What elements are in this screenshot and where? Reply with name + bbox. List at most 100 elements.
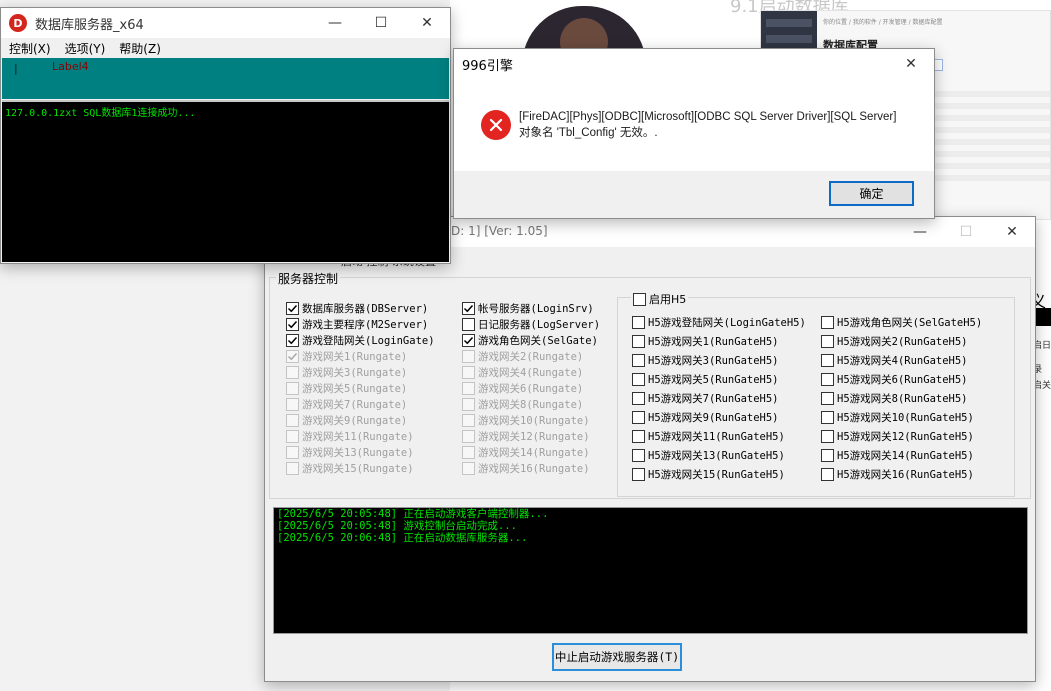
h5-gateway-checkbox[interactable]: H5游戏网关1(RunGateH5) <box>632 334 779 349</box>
checkbox-label: H5游戏网关15(RunGateH5) <box>648 469 785 481</box>
server-checkbox[interactable]: 游戏登陆网关(LoginGate) <box>286 333 435 348</box>
checkbox-label: H5游戏网关2(RunGateH5) <box>837 336 968 348</box>
h5-gateway-checkbox[interactable]: H5游戏网关12(RunGateH5) <box>821 429 974 444</box>
h5-gateway-checkbox[interactable]: H5游戏网关9(RunGateH5) <box>632 410 779 425</box>
checkbox-box[interactable] <box>821 449 834 462</box>
checkbox-label: 游戏网关7(Rungate) <box>302 399 408 411</box>
minimize-button[interactable]: — <box>897 217 943 247</box>
checkbox-box[interactable] <box>286 302 299 315</box>
h5-gateway-checkbox[interactable]: H5游戏网关13(RunGateH5) <box>632 448 785 463</box>
menu-options[interactable]: 选项(Y) <box>65 40 106 57</box>
error-message-line-2: 对象名 'Tbl_Config' 无效。. <box>519 127 658 139</box>
checkbox-box[interactable] <box>633 292 646 306</box>
thumbnail-breadcrumb: 你的位置 / 我的软件 / 开发管理 / 数据库配置 <box>823 19 943 26</box>
enable-h5-label: 启用H5 <box>649 293 687 306</box>
checkbox-box[interactable] <box>462 302 475 315</box>
server-checkbox[interactable]: 游戏主要程序(M2Server) <box>286 317 428 332</box>
checkbox-box[interactable] <box>632 468 645 481</box>
checkbox-label: 帐号服务器(LoginSrv) <box>478 303 594 315</box>
menu-control[interactable]: 控制(X) <box>9 40 51 57</box>
checkbox-box[interactable] <box>286 334 299 347</box>
server-checkbox: 游戏网关8(Rungate) <box>462 397 583 412</box>
checkbox-box[interactable] <box>632 335 645 348</box>
db-window-titlebar[interactable]: D 数据库服务器_x64 — ☐ ✕ <box>1 8 450 38</box>
ok-button[interactable]: 确定 <box>829 181 914 206</box>
checkbox-label: 日记服务器(LogServer) <box>478 319 601 331</box>
checkbox-box[interactable] <box>821 316 834 329</box>
maximize-button[interactable]: ☐ <box>943 217 989 247</box>
log-line: [2025/6/5 20:05:48] 正在启动游戏客户端控制器... <box>277 508 549 520</box>
log-line: [2025/6/5 20:06:48] 正在启动数据库服务器... <box>277 532 528 544</box>
checkbox-box[interactable] <box>462 334 475 347</box>
error-dialog-footer: 确定 <box>454 171 934 218</box>
h5-gateway-checkbox[interactable]: H5游戏网关2(RunGateH5) <box>821 334 968 349</box>
checkbox-box[interactable] <box>632 392 645 405</box>
checkbox-box[interactable] <box>632 354 645 367</box>
h5-gateway-checkbox[interactable]: H5游戏网关6(RunGateH5) <box>821 372 968 387</box>
checkbox-box <box>286 430 299 443</box>
h5-gateway-checkbox[interactable]: H5游戏角色网关(SelGateH5) <box>821 315 982 330</box>
h5-gateway-checkbox[interactable]: H5游戏网关8(RunGateH5) <box>821 391 968 406</box>
close-button[interactable]: ✕ <box>404 8 450 38</box>
checkbox-box <box>462 350 475 363</box>
checkbox-box[interactable] <box>632 411 645 424</box>
h5-gateway-checkbox[interactable]: H5游戏网关4(RunGateH5) <box>821 353 968 368</box>
h5-gateway-checkbox[interactable]: H5游戏网关15(RunGateH5) <box>632 467 785 482</box>
h5-gateway-checkbox[interactable]: H5游戏网关11(RunGateH5) <box>632 429 785 444</box>
checkmark-icon <box>463 336 474 345</box>
error-dialog-titlebar[interactable]: 996引擎 ✕ <box>454 49 934 79</box>
server-checkbox: 游戏网关7(Rungate) <box>286 397 407 412</box>
server-control-label: 服务器控制 <box>276 270 341 287</box>
checkbox-label: H5游戏网关14(RunGateH5) <box>837 450 974 462</box>
checkbox-label: 游戏登陆网关(LoginGate) <box>302 335 435 347</box>
checkbox-label: 游戏网关6(Rungate) <box>478 383 584 395</box>
startup-log-console: [2025/6/5 20:05:48] 正在启动游戏客户端控制器... [202… <box>273 507 1028 634</box>
checkbox-box[interactable] <box>821 335 834 348</box>
h5-gateway-checkbox[interactable]: H5游戏网关10(RunGateH5) <box>821 410 974 425</box>
server-checkbox: 游戏网关9(Rungate) <box>286 413 407 428</box>
checkmark-icon <box>287 320 298 329</box>
control-window-title: D: 1] [Ver: 1.05] <box>451 224 548 238</box>
checkbox-box[interactable] <box>821 430 834 443</box>
checkbox-box <box>462 382 475 395</box>
checkbox-box[interactable] <box>632 373 645 386</box>
h5-gateway-checkbox[interactable]: H5游戏网关5(RunGateH5) <box>632 372 779 387</box>
enable-h5-checkbox[interactable]: 启用H5 <box>631 291 689 307</box>
server-checkbox: 游戏网关5(Rungate) <box>286 381 407 396</box>
checkbox-box[interactable] <box>462 318 475 331</box>
h5-gateway-checkbox[interactable]: H5游戏网关3(RunGateH5) <box>632 353 779 368</box>
server-checkbox[interactable]: 数据库服务器(DBServer) <box>286 301 428 316</box>
server-checkbox[interactable]: 帐号服务器(LoginSrv) <box>462 301 594 316</box>
checkbox-label: 游戏网关9(Rungate) <box>302 415 408 427</box>
checkbox-box[interactable] <box>821 373 834 386</box>
h5-gateway-checkbox[interactable]: H5游戏网关14(RunGateH5) <box>821 448 974 463</box>
server-checkbox[interactable]: 日记服务器(LogServer) <box>462 317 600 332</box>
h5-gateway-checkbox[interactable]: H5游戏网关16(RunGateH5) <box>821 467 974 482</box>
log-line: [2025/6/5 20:05:48] 游戏控制台启动完成... <box>277 520 517 532</box>
checkmark-icon <box>287 336 298 345</box>
close-button[interactable]: ✕ <box>888 49 934 79</box>
checkbox-box[interactable] <box>821 392 834 405</box>
checkbox-box[interactable] <box>632 316 645 329</box>
stop-game-server-button[interactable]: 中止启动游戏服务器(T) <box>552 643 682 671</box>
checkmark-icon <box>287 352 298 361</box>
minimize-button[interactable]: — <box>312 8 358 38</box>
checkbox-box[interactable] <box>821 411 834 424</box>
h5-gateway-checkbox[interactable]: H5游戏登陆网关(LoginGateH5) <box>632 315 806 330</box>
menu-help[interactable]: 帮助(Z) <box>119 40 161 57</box>
error-dialog-title: 996引擎 <box>462 58 513 74</box>
server-checkbox[interactable]: 游戏角色网关(SelGate) <box>462 333 598 348</box>
maximize-button[interactable]: ☐ <box>358 8 404 38</box>
h5-gateway-checkbox[interactable]: H5游戏网关7(RunGateH5) <box>632 391 779 406</box>
checkbox-box[interactable] <box>632 430 645 443</box>
checkbox-box <box>286 350 299 363</box>
close-button[interactable]: ✕ <box>989 217 1035 247</box>
checkbox-box[interactable] <box>821 468 834 481</box>
checkbox-box[interactable] <box>286 318 299 331</box>
checkbox-box[interactable] <box>821 354 834 367</box>
checkbox-label: 游戏网关13(Rungate) <box>302 447 414 459</box>
checkbox-box[interactable] <box>632 449 645 462</box>
checkbox-label: 数据库服务器(DBServer) <box>302 303 429 315</box>
server-checkbox: 游戏网关12(Rungate) <box>462 429 590 444</box>
status-panel: | Label4 <box>2 58 449 99</box>
